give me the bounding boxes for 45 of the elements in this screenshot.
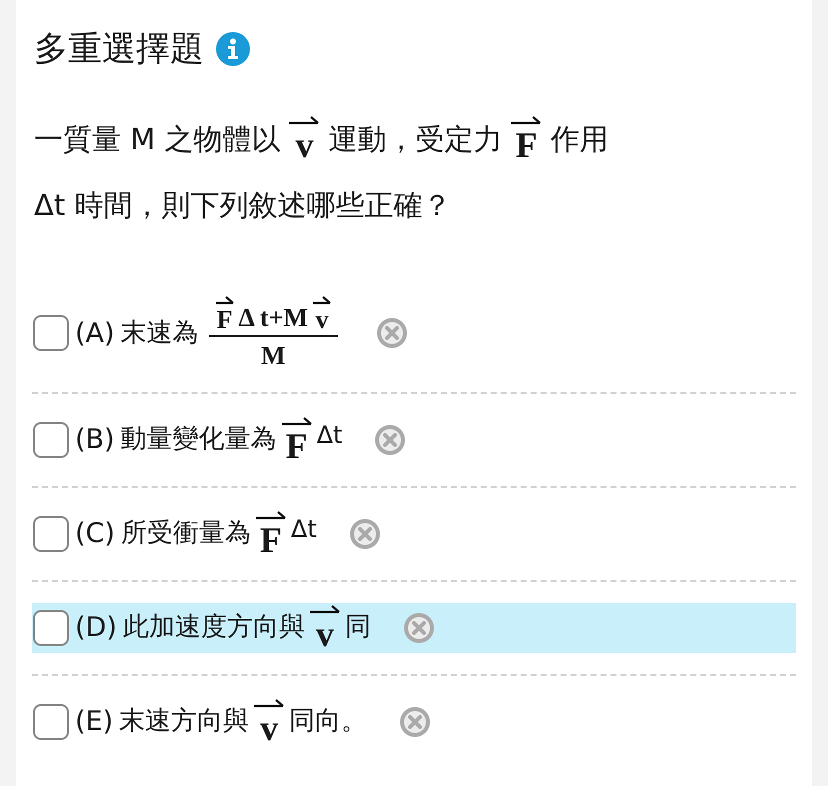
option-row[interactable]: (E) 末速方向與 v 同向。 (32, 696, 796, 747)
checkbox[interactable] (33, 610, 69, 646)
checkbox[interactable] (33, 315, 69, 352)
vector-letter: v (316, 616, 334, 651)
text: 動量變化量為 (120, 423, 277, 456)
checkbox[interactable] (33, 516, 69, 552)
option-label: (C) (75, 518, 115, 550)
text: 末速方向與 (119, 705, 250, 738)
info-icon[interactable] (216, 32, 250, 66)
remove-icon[interactable] (376, 317, 408, 350)
option-label: (A) (75, 318, 115, 349)
option-row[interactable]: (B) 動量變化量為 F Δt (32, 414, 796, 465)
option-label: (D) (75, 612, 117, 644)
remove-icon[interactable] (402, 612, 435, 644)
text: 此加速度方向與 (122, 611, 305, 644)
superscript-text: Δt (290, 514, 317, 543)
text: 同 (344, 611, 371, 644)
vector-letter: F (515, 128, 538, 162)
remove-icon[interactable] (374, 424, 406, 456)
remove-icon[interactable] (399, 706, 432, 738)
checkbox[interactable] (33, 704, 69, 740)
text: 同向。 (289, 705, 368, 738)
vector-letter: F (286, 428, 308, 463)
text: 運動，受定力 (328, 120, 502, 158)
option-label: (B) (75, 424, 115, 456)
vector-letter: F (216, 308, 232, 333)
formula-text: Δ t+M (238, 302, 308, 333)
text: 末速為 (120, 317, 199, 350)
option-label: (E) (75, 706, 114, 738)
superscript-text: Δt (316, 420, 342, 449)
text: 作用 (550, 120, 608, 158)
formula-text: M (260, 340, 286, 371)
text: 所受衝量為 (120, 517, 251, 550)
option-row[interactable]: (D) 此加速度方向與 v 同 (32, 602, 796, 653)
remove-icon[interactable] (348, 518, 381, 550)
option-row[interactable]: (C) 所受衝量為 F Δt (32, 508, 796, 559)
text: Δt 時間，則下列敘述哪些正確？ (34, 186, 452, 224)
vector-letter: v (315, 308, 328, 333)
vector-letter: v (295, 128, 314, 162)
vector-letter: F (260, 522, 282, 557)
vector-letter: v (260, 710, 278, 745)
question-type-title: 多重選擇題 (34, 28, 204, 71)
checkbox[interactable] (33, 422, 69, 458)
text: 一質量 M 之物體以 (34, 120, 280, 158)
option-row[interactable]: (A) 末速為 F Δ t+M v M (32, 296, 796, 371)
